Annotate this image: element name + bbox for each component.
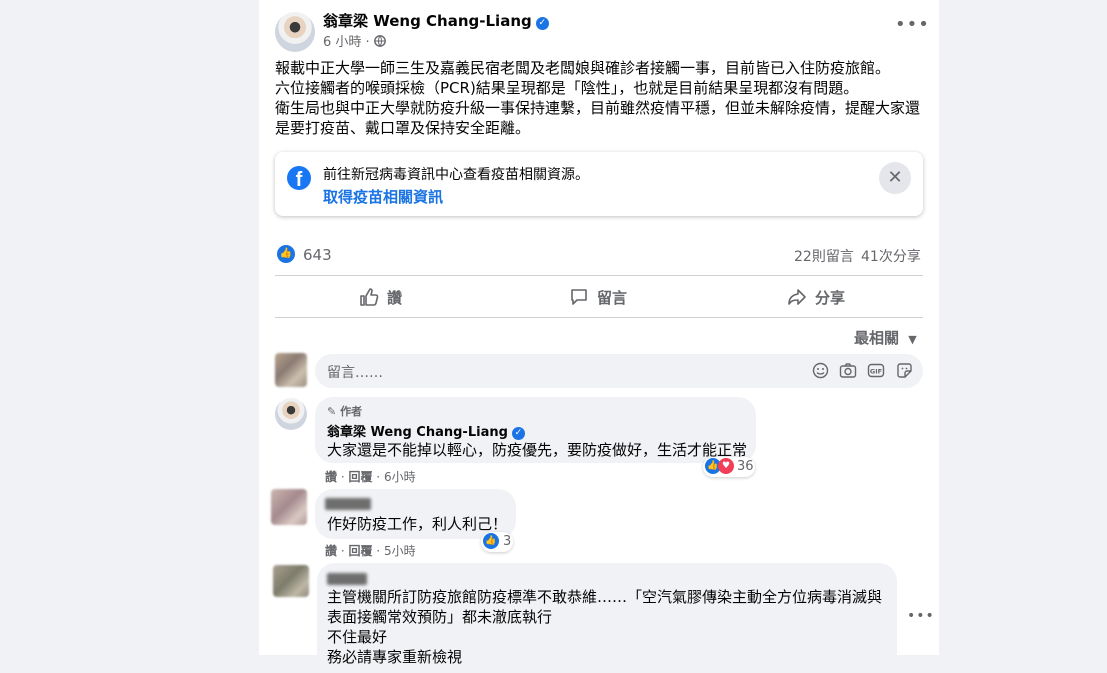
comment-time[interactable]: 6小時	[384, 470, 416, 484]
post-meta: 6 小時 ·	[323, 31, 386, 50]
author-name[interactable]: 翁章梁 Weng Chang-Liang	[323, 12, 532, 30]
like-reaction-icon[interactable]: 👍	[277, 245, 295, 263]
verified-badge-icon: ✓	[511, 427, 525, 440]
comment-text: 作好防疫工作，利人利己！	[327, 515, 508, 533]
comment-reply-link[interactable]: 回覆	[348, 544, 372, 558]
meta-separator: ·	[365, 35, 370, 50]
viewer-avatar[interactable]	[275, 353, 307, 387]
author-name-row[interactable]: 翁章梁 Weng Chang-Liang ✓	[323, 10, 549, 31]
comment-button[interactable]: 留言	[569, 287, 627, 308]
post-body: 報載中正大學一師三生及嘉義民宿老闆及老闆娘與確診者接觸一事，目前皆已入住防疫旅館…	[275, 58, 925, 138]
comment-bubble: 作好防疫工作，利人利己！	[315, 489, 516, 539]
like-reaction-icon: 👍	[483, 533, 499, 549]
comment-avatar[interactable]	[271, 489, 307, 525]
comment-label: 留言	[597, 289, 628, 307]
post-line: 是要打疫苗、戴口罩及保持安全距離。	[275, 119, 531, 137]
author-badge-label: 作者	[340, 405, 363, 418]
comment-author[interactable]: 翁章梁 Weng Chang-Liang ✓	[327, 421, 525, 440]
comment-line: 表面接觸常效預防」都未澈底執行	[327, 608, 553, 626]
like-count[interactable]: 643	[303, 246, 332, 264]
gif-icon[interactable]: GIF	[867, 362, 885, 380]
post-time[interactable]: 6 小時	[323, 35, 361, 50]
comment-reactions[interactable]: 👍 ♥ 36	[703, 457, 755, 477]
comment-avatar[interactable]	[275, 398, 307, 430]
sticker-icon[interactable]	[895, 362, 913, 380]
covid-info-card[interactable]: f 前往新冠病毒資訊中心查看疫苗相關資源。 取得疫苗相關資訊 ✕	[275, 152, 923, 216]
sort-label: 最相關	[854, 329, 900, 347]
redacted-name[interactable]	[327, 573, 367, 585]
emoji-icon[interactable]	[811, 362, 829, 380]
comment-bubble-icon	[571, 289, 587, 305]
divider	[275, 317, 923, 318]
comment-input[interactable]: 留言……	[327, 362, 383, 382]
comment-count[interactable]: 22則留言	[794, 246, 854, 266]
author-avatar[interactable]	[275, 12, 315, 52]
post-card: 翁章梁 Weng Chang-Liang ✓ 6 小時 · ••• 報載中正大學一…	[259, 0, 939, 673]
comment-line: 務必請專家重新檢視	[327, 648, 463, 666]
comment-avatar[interactable]	[273, 565, 309, 597]
comment-text: 大家還是不能掉以輕心，防疫優先，要防疫做好，生活才能正常	[327, 441, 748, 459]
comment-reactions[interactable]: 👍 3	[481, 532, 513, 552]
comment-actions: 讚 · 回覆 · 5小時	[325, 544, 416, 558]
comment-composer[interactable]: 留言…… GIF	[315, 354, 923, 388]
more-dots-icon[interactable]: •••	[895, 14, 930, 35]
post-line: 衛生局也與中正大學就防疫升級一事保持連繫，目前雖然疫情平穩，但並未解除疫情，提醒…	[275, 99, 921, 117]
thumbs-up-icon	[360, 288, 379, 306]
share-button[interactable]: 分享	[787, 287, 845, 308]
comment-like-link[interactable]: 讚	[325, 470, 337, 484]
like-label: 讚	[387, 289, 403, 307]
comment-actions: 讚 · 回覆 · 6小時	[325, 470, 416, 484]
comment-bubble: 主管機關所訂防疫旅館防疫標準不敢恭維……「空汽氣膠傳染主動全方位病毒消滅與 表面…	[317, 563, 897, 673]
comment-more-dots-icon[interactable]: •••	[907, 608, 935, 624]
comment-line: 不住最好	[327, 628, 388, 646]
comment-reply-link[interactable]: 回覆	[348, 470, 372, 484]
close-icon[interactable]: ✕	[879, 162, 911, 194]
caret-down-icon: ▼	[908, 333, 917, 346]
share-arrow-icon	[788, 289, 806, 305]
post-line: 六位接觸者的喉頭採檢（PCR)結果呈現都是「陰性」，也就是目前結果呈現都沒有問題…	[275, 79, 859, 97]
sort-dropdown[interactable]: 最相關 ▼	[854, 327, 917, 348]
comment-like-link[interactable]: 讚	[325, 544, 337, 558]
share-label: 分享	[815, 289, 846, 307]
reaction-count: 36	[737, 459, 754, 474]
reaction-count: 3	[503, 534, 512, 549]
svg-text:GIF: GIF	[870, 368, 882, 376]
post-line: 報載中正大學一師三生及嘉義民宿老闆及老闆娘與確診者接觸一事，目前皆已入住防疫旅館…	[275, 59, 891, 77]
camera-icon[interactable]	[839, 362, 857, 380]
redacted-name[interactable]	[325, 498, 371, 510]
facebook-logo-icon: f	[287, 166, 311, 190]
pencil-icon: ✎	[327, 405, 337, 418]
like-button[interactable]: 讚	[359, 287, 402, 308]
comment-line: 主管機關所訂防疫旅館防疫標準不敢恭維……「空汽氣膠傳染主動全方位病毒消滅與	[327, 588, 883, 606]
info-card-text: 前往新冠病毒資訊中心查看疫苗相關資源。	[323, 167, 589, 183]
verified-badge-icon: ✓	[535, 17, 549, 30]
comment-time[interactable]: 5小時	[384, 544, 416, 558]
love-reaction-icon: ♥	[718, 458, 734, 474]
share-count[interactable]: 41次分享	[861, 246, 921, 266]
comment-bubble: ✎ 作者 翁章梁 Weng Chang-Liang ✓ 大家還是不能掉以輕心，防疫…	[315, 397, 756, 463]
globe-icon	[373, 35, 386, 50]
comment-author-name[interactable]: 翁章梁 Weng Chang-Liang	[327, 425, 508, 440]
vaccine-info-link[interactable]: 取得疫苗相關資訊	[323, 186, 443, 207]
comment-text: 主管機關所訂防疫旅館防疫標準不敢恭維……「空汽氣膠傳染主動全方位病毒消滅與 表面…	[327, 587, 882, 667]
author-badge: ✎ 作者	[327, 403, 362, 419]
divider	[275, 275, 923, 276]
